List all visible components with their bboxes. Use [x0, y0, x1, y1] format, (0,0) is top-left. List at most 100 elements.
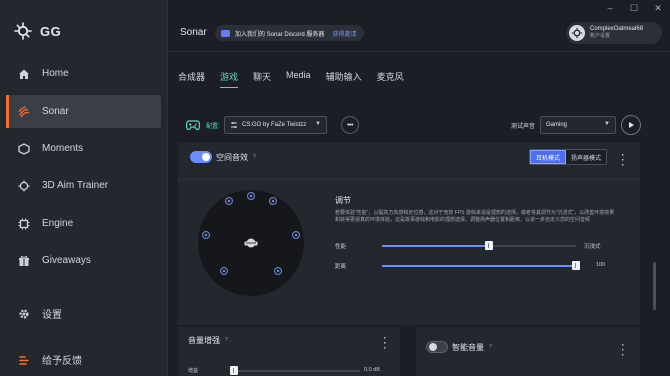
home-icon	[18, 68, 30, 80]
toggle-knob	[429, 343, 437, 351]
smart-volume-title: 智能音量	[452, 343, 484, 352]
spatial-audio-toggle[interactable]	[190, 151, 212, 163]
speaker-rear-right-icon[interactable]	[274, 267, 282, 275]
spatial-audio-title: 空间音效	[216, 153, 248, 162]
steelseries-avatar-icon	[571, 27, 583, 39]
test-sound-select[interactable]: Gaming ▼	[540, 116, 616, 134]
gear-icon	[18, 308, 30, 320]
sidebar-item-engine[interactable]: Engine	[6, 207, 161, 240]
sidebar-item-label: 3D Aim Trainer	[42, 180, 109, 191]
adjust-description: 若要体验“性能”，以提高方向感和定位感，这对于竞技 FPS 游戏来说是理想的选择…	[335, 210, 615, 223]
scrollbar[interactable]	[653, 262, 656, 310]
toggle-knob	[202, 153, 210, 161]
maximize-button[interactable]: ☐	[622, 0, 646, 16]
sidebar-item-label: Sonar	[42, 106, 69, 117]
sidebar-item-giveaways[interactable]: Giveaways	[6, 244, 161, 277]
spatial-audio-panel: 空间音效 ? 耳机模式 扬声器模式 · · · 调节 若要体验“性能”，以提高方向	[178, 142, 640, 325]
volume-boost-menu-icon[interactable]: · · ·	[382, 334, 388, 353]
sidebar-item-moments[interactable]: Moments	[6, 132, 161, 165]
volume-boost-title: 音量增强	[188, 336, 220, 345]
help-icon[interactable]: ?	[225, 337, 228, 343]
sidebar-item-label: 给予反馈	[42, 356, 82, 367]
brand-name: GG	[40, 23, 62, 39]
distance-value: 100	[596, 262, 606, 268]
sidebar-item-home[interactable]: Home	[6, 57, 161, 90]
gain-value: 0.0 dB	[364, 367, 380, 373]
sidebar-item-label: Home	[42, 68, 69, 79]
sidebar: GG Home Sonar Moments 3D Aim Trainer Eng…	[0, 0, 168, 376]
config-selected-value: CS:GO by FaZe Twistzz	[242, 122, 307, 128]
config-select[interactable]: CS:GO by FaZe Twistzz ▼	[224, 116, 327, 134]
config-more-button[interactable]: •••	[341, 116, 359, 134]
minimize-button[interactable]: –	[598, 0, 622, 16]
tab-mixer[interactable]: 合成器	[178, 70, 205, 88]
user-name: ComplexOatmeal68	[590, 26, 644, 32]
tab-aux[interactable]: 辅助输入	[326, 70, 362, 88]
sonar-icon	[18, 105, 30, 118]
slider-distance-label: 距离	[335, 264, 347, 270]
main-content: Sonar 加入我们的 Sonar Discord 服务器 获得邀请 Compl…	[168, 0, 670, 376]
tab-mic[interactable]: 麦克风	[377, 70, 404, 88]
spatial-audio-header: 空间音效 ? 耳机模式 扬声器模式 · · ·	[178, 142, 640, 180]
tab-bar: 合成器 游戏 聊天 Media 辅助输入 麦克风	[178, 70, 419, 88]
smart-volume-menu-icon[interactable]: · · ·	[620, 341, 626, 360]
output-mode-selector: 耳机模式 扬声器模式	[529, 149, 608, 165]
help-icon[interactable]: ?	[489, 344, 492, 350]
slider-fill	[382, 265, 576, 267]
slider-thumb[interactable]	[230, 366, 238, 375]
tab-chat[interactable]: 聊天	[253, 70, 271, 88]
speaker-side-right-icon[interactable]	[292, 231, 300, 239]
steelseries-logo-icon	[14, 22, 32, 40]
gift-icon	[18, 255, 30, 267]
speaker-position-dial[interactable]	[198, 190, 304, 296]
slider-thumb[interactable]	[484, 241, 493, 250]
adjust-title: 调节	[335, 196, 351, 205]
sidebar-item-label: Engine	[42, 218, 74, 229]
spatial-menu-icon[interactable]: · · ·	[620, 151, 626, 170]
sidebar-item-label: 设置	[42, 310, 62, 321]
speaker-side-left-icon[interactable]	[202, 231, 210, 239]
chevron-down-icon: ▼	[315, 121, 321, 127]
speaker-front-left-icon[interactable]	[225, 197, 233, 205]
discord-banner[interactable]: 加入我们的 Sonar Discord 服务器 获得邀请	[215, 25, 365, 41]
distance-slider[interactable]	[382, 261, 580, 270]
avatar	[569, 25, 585, 41]
app-window: – ☐ ✕ GG Home Sonar Moments 3D Aim Train…	[0, 0, 670, 376]
feedback-icon	[18, 354, 30, 366]
gain-slider[interactable]	[230, 366, 360, 375]
config-label: 配置:	[206, 124, 220, 130]
immersion-slider[interactable]	[382, 241, 576, 250]
window-controls: – ☐ ✕	[598, 0, 670, 16]
discord-join-link[interactable]: 获得邀请	[332, 29, 356, 38]
slider-performance-label: 性能	[335, 244, 347, 250]
help-icon[interactable]: ?	[253, 154, 256, 160]
speaker-mode-button[interactable]: 扬声器模式	[566, 150, 606, 164]
tab-media[interactable]: Media	[286, 70, 311, 88]
sidebar-item-3d-aim-trainer[interactable]: 3D Aim Trainer	[6, 169, 161, 202]
test-sound-value: Gaming	[546, 122, 568, 128]
slider-fill	[382, 245, 489, 247]
listener-head-icon	[244, 238, 258, 248]
sidebar-item-settings[interactable]: 设置	[6, 297, 161, 330]
config-row: 配置: CS:GO by FaZe Twistzz ▼ ••• 测试声音 Gam…	[178, 112, 656, 138]
slider-immersive-label: 沉浸式	[584, 244, 601, 250]
slider-thumb[interactable]	[572, 261, 580, 270]
sidebar-item-sonar[interactable]: Sonar	[6, 95, 161, 128]
discord-icon	[221, 29, 230, 37]
speaker-center-icon[interactable]	[247, 192, 255, 200]
discord-text: 加入我们的 Sonar Discord 服务器	[235, 31, 325, 38]
speaker-front-right-icon[interactable]	[269, 197, 277, 205]
tab-game[interactable]: 游戏	[220, 70, 239, 88]
account-button[interactable]: ComplexOatmeal68 账户设置	[566, 22, 662, 44]
speaker-rear-left-icon[interactable]	[220, 267, 228, 275]
play-test-sound-button[interactable]	[621, 115, 641, 135]
volume-boost-panel: 音量增强 ? · · · 增益 0.0 dB	[178, 327, 400, 376]
page-title: Sonar	[180, 27, 207, 38]
sidebar-item-feedback[interactable]: 给予反馈	[6, 343, 161, 376]
smart-volume-toggle[interactable]	[426, 341, 448, 353]
headphone-mode-button[interactable]: 耳机模式	[530, 150, 567, 164]
gamepad-icon	[186, 120, 200, 131]
moments-icon	[18, 142, 30, 155]
sidebar-item-label: Giveaways	[42, 255, 91, 266]
close-button[interactable]: ✕	[646, 0, 670, 16]
